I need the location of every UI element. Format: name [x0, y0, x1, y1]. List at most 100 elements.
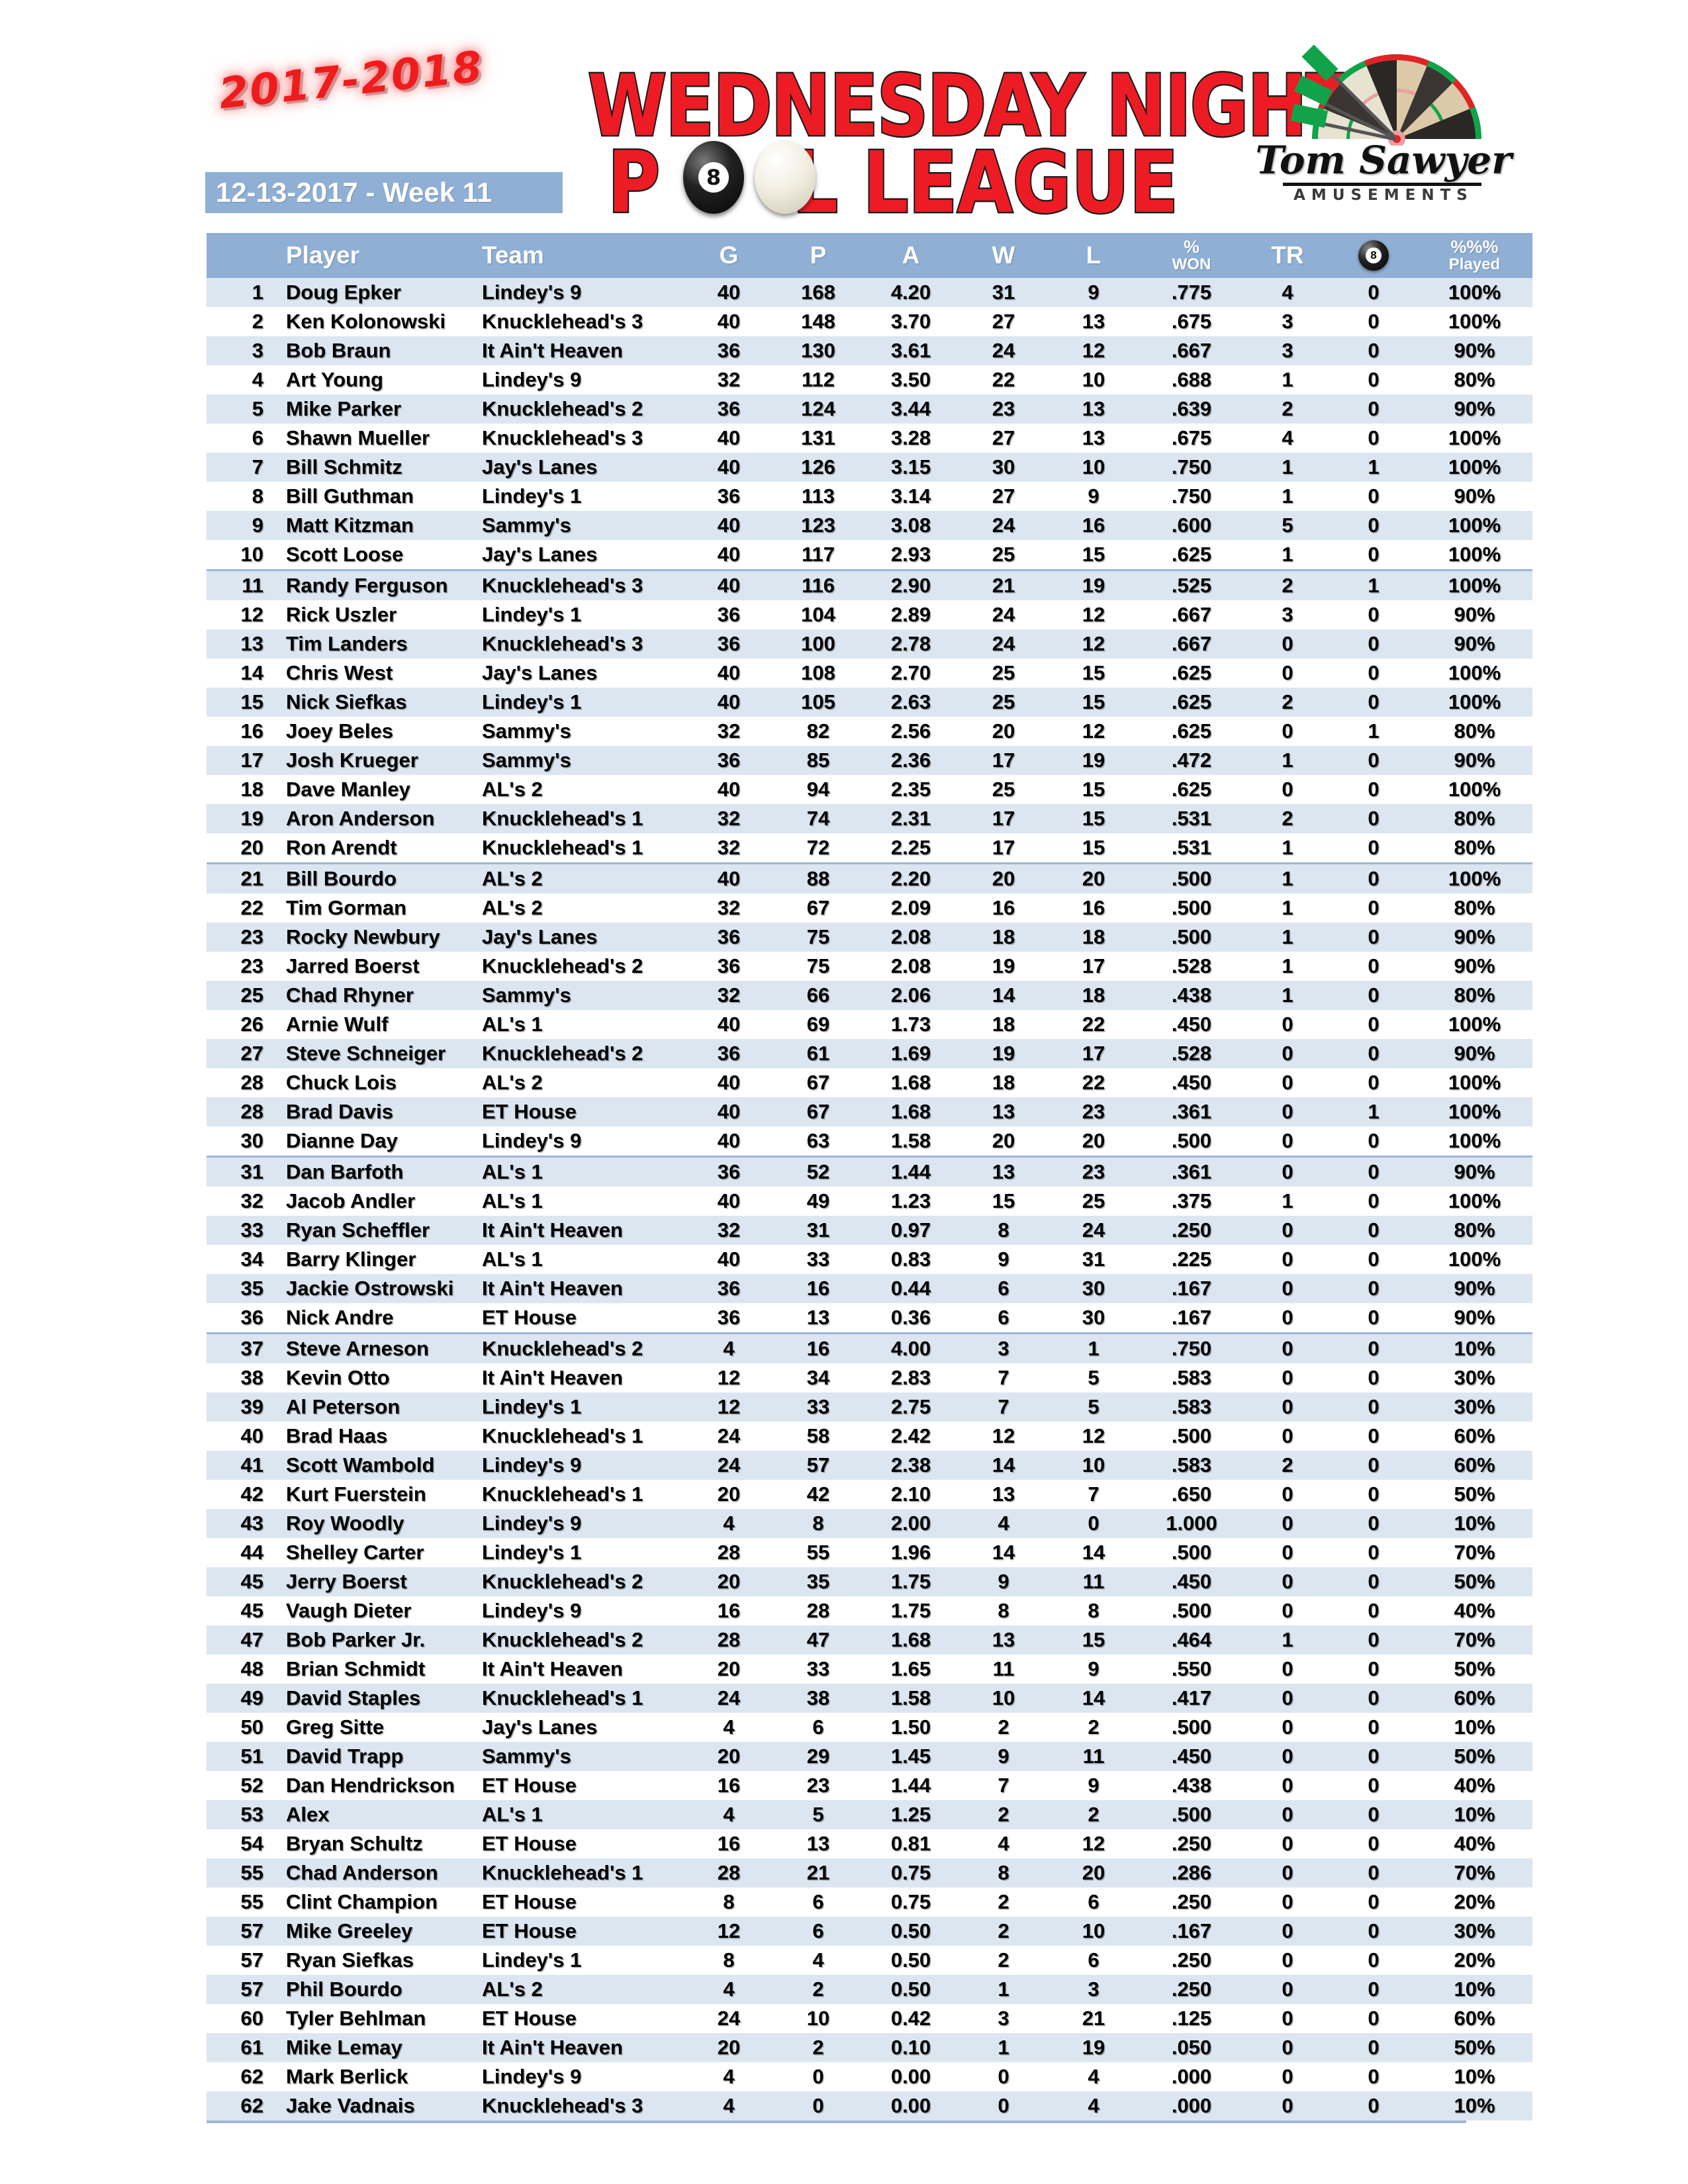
table-header-row: Player Team G P A W L % WON TR %%% Playe… [207, 233, 1532, 278]
wins-cell: 14 [959, 981, 1049, 1010]
wins-cell: 14 [959, 1538, 1049, 1567]
team-cell: It Ain't Heaven [475, 336, 684, 365]
average-cell: 2.20 [863, 862, 959, 893]
player-name-cell: Rocky Newbury [275, 923, 475, 952]
points-cell: 105 [773, 688, 863, 717]
table-row: 10 Scott Loose Jay's Lanes 40 117 2.93 25 15.62… [207, 540, 1532, 570]
pct-played-cell: 100% [1417, 659, 1532, 688]
losses-cell: 13 [1049, 394, 1139, 424]
games-cell: 32 [684, 893, 773, 923]
losses-cell: 14 [1049, 1684, 1139, 1713]
eight-ball-cell: 0 [1331, 1684, 1417, 1713]
average-cell: 2.36 [863, 746, 959, 775]
pct-won-cell: .625 [1139, 659, 1244, 688]
losses-cell: 12 [1049, 1422, 1139, 1451]
rank-cell: 25 [207, 981, 275, 1010]
tr-cell: 0 [1244, 1858, 1331, 1888]
wins-cell: 15 [959, 1187, 1049, 1216]
eight-ball-cell: 0 [1331, 1858, 1417, 1888]
eight-ball-cell: 0 [1331, 307, 1417, 336]
column-header-losses: L [1049, 233, 1139, 278]
tr-cell: 0 [1244, 1596, 1331, 1625]
points-cell: 116 [773, 569, 863, 600]
rank-cell: 31 [207, 1156, 275, 1187]
losses-cell: 15 [1049, 1625, 1139, 1655]
table-row: 14 Chris West Jay's Lanes 40 108 2.70 25 15.625… [207, 659, 1532, 688]
rank-cell: 27 [207, 1039, 275, 1068]
eight-ball-cell: 0 [1331, 1039, 1417, 1068]
tr-cell: 0 [1244, 1946, 1331, 1975]
points-cell: 29 [773, 1742, 863, 1771]
losses-cell: 24 [1049, 1216, 1139, 1245]
wins-cell: 27 [959, 482, 1049, 511]
pct-played-cell: 60% [1417, 1422, 1532, 1451]
pct-won-cell: .667 [1139, 629, 1244, 659]
player-name-cell: Ryan Scheffler [275, 1216, 475, 1245]
player-name-cell: Shawn Mueller [275, 424, 475, 453]
tr-cell: 1 [1244, 952, 1331, 981]
average-cell: 3.15 [863, 453, 959, 482]
wins-cell: 13 [959, 1480, 1049, 1509]
cue-ball-icon [755, 141, 816, 214]
average-cell: 1.58 [863, 1684, 959, 1713]
player-name-cell: Mike Greeley [275, 1917, 475, 1946]
points-cell: 10 [773, 2004, 863, 2033]
points-cell: 21 [773, 1858, 863, 1888]
average-cell: 1.75 [863, 1567, 959, 1596]
average-cell: 0.50 [863, 1917, 959, 1946]
pct-won-cell: .667 [1139, 600, 1244, 629]
team-cell: Knucklehead's 2 [475, 394, 684, 424]
tr-cell: 0 [1244, 1010, 1331, 1039]
losses-cell: 18 [1049, 981, 1139, 1010]
table-row: 61 Mike Lemay It Ain't Heaven 20 2 0.10 1 19.05… [207, 2033, 1532, 2062]
points-cell: 69 [773, 1010, 863, 1039]
team-cell: AL's 2 [475, 862, 684, 893]
team-cell: Knucklehead's 1 [475, 804, 684, 833]
games-cell: 4 [684, 1975, 773, 2004]
team-cell: Jay's Lanes [475, 540, 684, 570]
average-cell: 0.00 [863, 2062, 959, 2091]
rank-cell: 11 [207, 569, 275, 600]
average-cell: 2.93 [863, 540, 959, 570]
games-cell: 36 [684, 923, 773, 952]
player-name-cell: Alex [275, 1800, 475, 1829]
games-cell: 36 [684, 952, 773, 981]
games-cell: 8 [684, 1888, 773, 1917]
pct-won-cell: .675 [1139, 424, 1244, 453]
wins-cell: 18 [959, 923, 1049, 952]
eight-ball-cell: 0 [1331, 1422, 1417, 1451]
rank-cell: 23 [207, 952, 275, 981]
games-cell: 8 [684, 1946, 773, 1975]
tr-cell: 0 [1244, 1392, 1331, 1422]
games-cell: 20 [684, 2033, 773, 2062]
pct-played-cell: 100% [1417, 1068, 1532, 1097]
points-cell: 6 [773, 1888, 863, 1917]
points-cell: 61 [773, 1039, 863, 1068]
wins-cell: 10 [959, 1684, 1049, 1713]
average-cell: 0.42 [863, 2004, 959, 2033]
pct-played-cell: 100% [1417, 1010, 1532, 1039]
table-row: 42 Kurt Fuerstein Knucklehead's 1 20 42 2.10 1… [207, 1480, 1532, 1509]
average-cell: 2.08 [863, 923, 959, 952]
rank-cell: 47 [207, 1625, 275, 1655]
table-bottom-rule [207, 2120, 1466, 2123]
pct-won-cell: .750 [1139, 453, 1244, 482]
wins-cell: 23 [959, 394, 1049, 424]
rank-cell: 20 [207, 833, 275, 864]
points-cell: 38 [773, 1684, 863, 1713]
wins-cell: 8 [959, 1216, 1049, 1245]
rank-cell: 19 [207, 804, 275, 833]
tr-cell: 2 [1244, 1451, 1331, 1480]
points-cell: 82 [773, 717, 863, 746]
eight-ball-cell: 1 [1331, 569, 1417, 600]
player-name-cell: Kurt Fuerstein [275, 1480, 475, 1509]
eight-ball-cell: 0 [1331, 336, 1417, 365]
player-name-cell: Aron Anderson [275, 804, 475, 833]
eight-ball-cell: 0 [1331, 1010, 1417, 1039]
average-cell: 2.42 [863, 1422, 959, 1451]
pct-played-cell: 50% [1417, 1480, 1532, 1509]
losses-cell: 22 [1049, 1010, 1139, 1039]
player-name-cell: Jackie Ostrowski [275, 1274, 475, 1303]
pct-played-cell: 80% [1417, 365, 1532, 394]
tr-cell: 2 [1244, 688, 1331, 717]
